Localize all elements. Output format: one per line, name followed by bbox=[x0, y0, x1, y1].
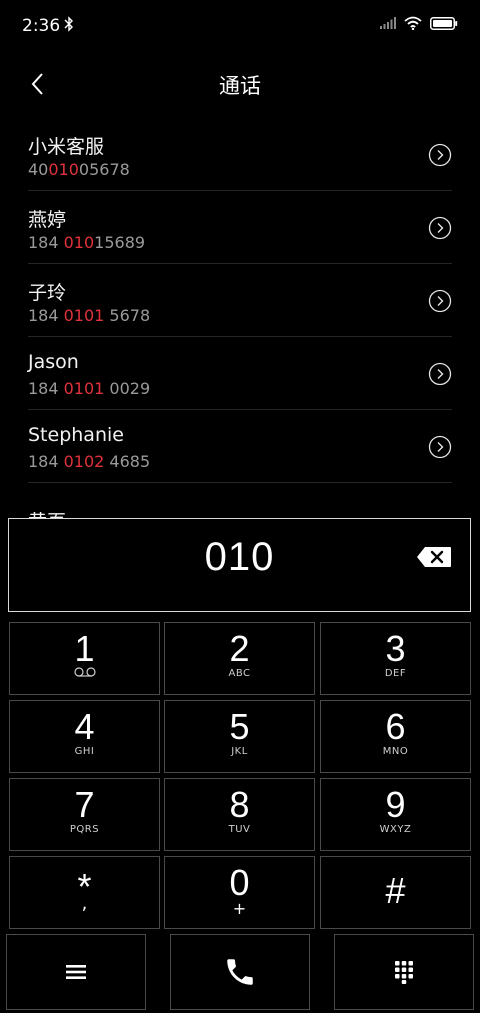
contact-name: Jason bbox=[28, 351, 79, 373]
dialed-number: 010 bbox=[204, 535, 275, 579]
dial-display: 010 bbox=[8, 518, 471, 612]
contact-name: Stephanie bbox=[28, 424, 124, 446]
menu-button[interactable] bbox=[6, 934, 146, 1010]
key-digit: 2 bbox=[229, 628, 250, 669]
key-4[interactable]: 4 GHI bbox=[9, 700, 160, 773]
dialpad-toggle-button[interactable] bbox=[334, 934, 474, 1010]
key-letters: + bbox=[232, 899, 247, 918]
key-letters: JKL bbox=[231, 746, 248, 757]
chevron-right-circle-icon[interactable] bbox=[428, 289, 452, 313]
list-item[interactable]: 黄页 bbox=[28, 483, 452, 518]
number-match: 0101 bbox=[63, 379, 105, 398]
list-item[interactable]: 小米客服 4001005678 bbox=[28, 118, 452, 191]
key-digit: 3 bbox=[385, 628, 406, 669]
list-item[interactable]: Stephanie 184 0102 4685 bbox=[28, 410, 452, 483]
voicemail-icon bbox=[74, 667, 96, 677]
key-letters: MNO bbox=[382, 746, 409, 757]
list-item[interactable]: Jason 184 0101 0029 bbox=[28, 337, 452, 410]
chevron-right-circle-icon[interactable] bbox=[428, 216, 452, 240]
key-digit: 7 bbox=[74, 784, 95, 825]
number-match: 010 bbox=[63, 233, 95, 252]
contact-number: 4001005678 bbox=[28, 160, 130, 179]
key-digit: 5 bbox=[229, 706, 250, 747]
contact-number: 184 0101 0029 bbox=[28, 379, 151, 398]
key-digit: 0 bbox=[229, 862, 250, 903]
key-letters: TUV bbox=[228, 824, 251, 835]
key-digit: 4 bbox=[74, 706, 95, 747]
number-match: 0101 bbox=[63, 306, 105, 325]
status-bar: 2:36 bbox=[0, 0, 480, 52]
key-letters: GHI bbox=[74, 746, 95, 757]
chevron-right-circle-icon[interactable] bbox=[428, 143, 452, 167]
status-time: 2:36 bbox=[22, 16, 61, 36]
key-digit: 1 bbox=[74, 628, 95, 669]
contact-list[interactable]: 小米客服 4001005678 燕婷 184 01015689 子玲 184 0… bbox=[0, 118, 480, 518]
battery-icon bbox=[430, 16, 458, 30]
signal-icon bbox=[380, 17, 396, 29]
chevron-right-circle-icon[interactable] bbox=[428, 362, 452, 386]
key-star[interactable]: * , bbox=[9, 856, 160, 929]
key-3[interactable]: 3 DEF bbox=[320, 622, 471, 695]
key-digit: 6 bbox=[385, 706, 406, 747]
contact-name: 小米客服 bbox=[28, 136, 105, 158]
menu-icon bbox=[66, 965, 86, 979]
key-1[interactable]: 1 bbox=[9, 622, 160, 695]
list-item[interactable]: 子玲 184 0101 5678 bbox=[28, 264, 452, 337]
backspace-icon[interactable] bbox=[416, 546, 452, 568]
contact-name: 子玲 bbox=[28, 282, 67, 304]
chevron-right-circle-icon[interactable] bbox=[428, 435, 452, 459]
contact-name: 燕婷 bbox=[28, 209, 67, 231]
contact-number: 184 0102 4685 bbox=[28, 452, 151, 471]
key-7[interactable]: 7 PQRS bbox=[9, 778, 160, 851]
number-match: 0102 bbox=[63, 452, 105, 471]
key-letters: DEF bbox=[384, 668, 407, 679]
header: 通话 bbox=[0, 58, 480, 110]
status-icons bbox=[380, 16, 458, 30]
key-letters: WXYZ bbox=[379, 824, 412, 835]
contact-number: 184 01015689 bbox=[28, 233, 146, 252]
dialpad-icon bbox=[395, 961, 413, 984]
key-digit: # bbox=[385, 870, 406, 911]
call-button[interactable] bbox=[170, 934, 310, 1010]
key-8[interactable]: 8 TUV bbox=[164, 778, 315, 851]
key-9[interactable]: 9 WXYZ bbox=[320, 778, 471, 851]
key-0[interactable]: 0 + bbox=[164, 856, 315, 929]
key-digit: 8 bbox=[229, 784, 250, 825]
key-6[interactable]: 6 MNO bbox=[320, 700, 471, 773]
key-5[interactable]: 5 JKL bbox=[164, 700, 315, 773]
phone-icon bbox=[227, 959, 253, 985]
list-item[interactable]: 燕婷 184 01015689 bbox=[28, 191, 452, 264]
key-letters: ABC bbox=[228, 668, 251, 679]
key-hash[interactable]: # bbox=[320, 856, 471, 929]
contact-number: 184 0101 5678 bbox=[28, 306, 151, 325]
key-2[interactable]: 2 ABC bbox=[164, 622, 315, 695]
key-letters: PQRS bbox=[69, 824, 100, 835]
wifi-icon bbox=[404, 16, 422, 30]
contact-name: 黄页 bbox=[28, 507, 66, 518]
key-letters: , bbox=[81, 893, 88, 914]
page-title: 通话 bbox=[219, 74, 261, 98]
number-match: 010 bbox=[48, 160, 79, 179]
key-digit: 9 bbox=[385, 784, 406, 825]
bluetooth-icon bbox=[64, 16, 73, 32]
